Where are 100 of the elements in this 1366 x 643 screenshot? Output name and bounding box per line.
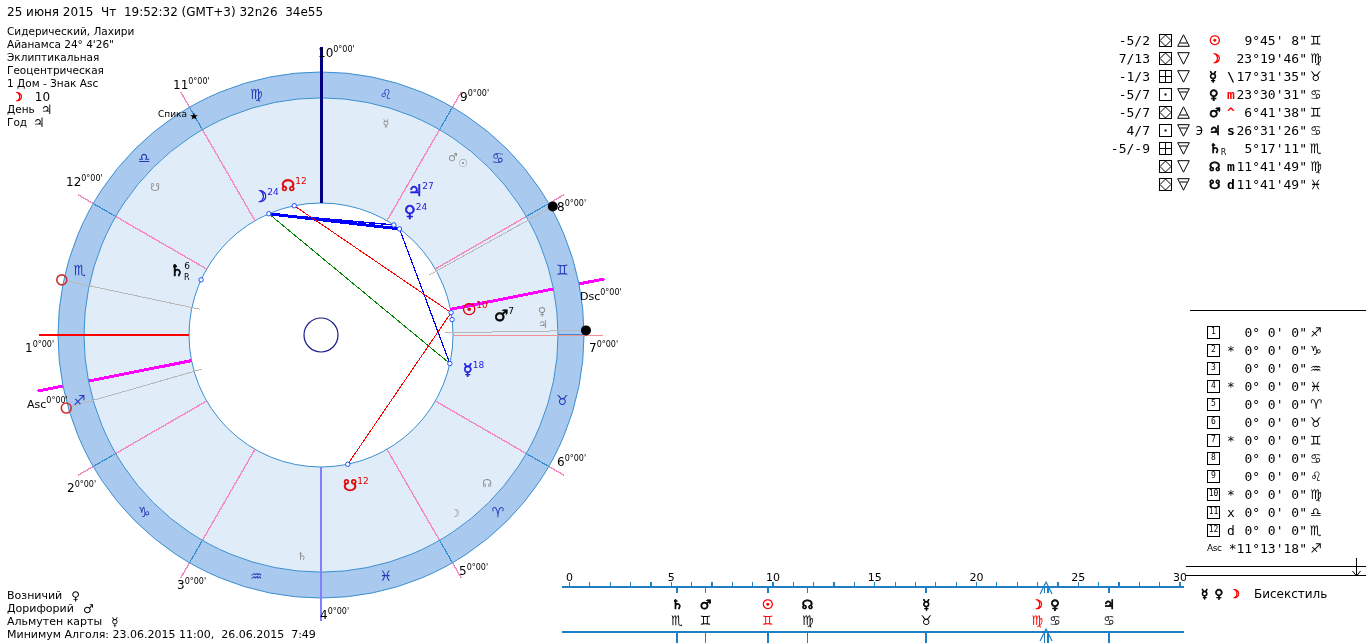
zodiac-sign-symbol: ♊ (1310, 433, 1322, 447)
ring-icon (291, 203, 297, 209)
prefix-letter: m (1227, 87, 1235, 101)
position-tick (806, 632, 809, 643)
square-diamond-icon (1159, 33, 1172, 47)
house-position: 0° 0' 0" (1243, 415, 1307, 429)
square-diamond-icon (1159, 105, 1172, 119)
center-circle (303, 317, 339, 353)
planet-symbol: ☿ (111, 615, 119, 628)
prefix-letter: ^ (1227, 105, 1235, 119)
mark-letter: Э (1194, 123, 1205, 137)
position-tick (806, 587, 809, 593)
setting-line: Эклиптикальная (7, 51, 100, 64)
zodiac-sign-symbol: ♉ (556, 391, 569, 408)
zodiac-sign-symbol: ♌ (1310, 469, 1322, 483)
planet-symbol: ♃ (1209, 123, 1222, 137)
score-value: -5/7 (1117, 87, 1150, 101)
ruler-label: Возничий (7, 590, 63, 601)
planet-symbol: ☊ (482, 477, 492, 490)
chevron-icon (1039, 580, 1053, 595)
planet-symbol: ♃ (40, 103, 53, 116)
zodiac-sign-symbol: ♓ (1310, 379, 1322, 393)
zodiac-sign-symbol: ♊ (699, 613, 712, 628)
zodiac-sign-symbol: ♎ (1310, 505, 1322, 519)
triangle-down-bar-icon (1177, 141, 1190, 155)
zodiac-sign-symbol: ♏ (671, 613, 683, 628)
planet-symbol: ☿ (1209, 69, 1218, 83)
zodiac-sign-symbol: ♉ (920, 613, 933, 628)
sign-boundary-line (189, 539, 203, 564)
zodiac-sign-symbol: ♎ (137, 150, 151, 167)
planet-symbol: ☿ (922, 597, 931, 612)
position-value: 26°31'26" (1236, 123, 1307, 137)
planet-symbol: ☽ (1031, 597, 1043, 612)
zodiac-sign-symbol: ♍ (1031, 613, 1043, 628)
house-position: 0° 0' 0" (1243, 379, 1307, 393)
star-icon (190, 112, 198, 120)
zodiac-sign-symbol: ♉ (1310, 69, 1322, 83)
ring-icon (198, 277, 204, 283)
zodiac-sign-symbol: ♍ (1310, 51, 1322, 65)
house-number: 9 (1207, 469, 1220, 483)
sign-boundary-line (92, 203, 117, 217)
house-number: 6 (1207, 415, 1220, 429)
planet-symbol: ♂$^{7}$ (494, 306, 515, 325)
zodiac-sign-symbol: ♑ (1310, 343, 1322, 357)
zodiac-sign-symbol: ♓ (1310, 177, 1322, 191)
setting-line: Сидерический, Лахири (7, 25, 135, 38)
house-cusp-label: 8$^{0°00'}$ (557, 199, 587, 214)
house-mark: * (1227, 379, 1236, 393)
score-value: -5/-9 (1109, 141, 1150, 155)
zodiac-sign-symbol: ♐ (73, 391, 86, 408)
chevron-icon (1039, 627, 1053, 642)
score-value: 7/13 (1117, 51, 1150, 65)
moon-day-value: 10 (34, 90, 51, 103)
ascendant-position: *11°13'18" (1227, 541, 1307, 555)
planet-symbol: ♂ (82, 602, 94, 615)
zodiac-sign-symbol: ♏ (73, 262, 86, 279)
zodiac-sign-symbol: ♊ (556, 262, 569, 279)
angle-label: Dsc$^{0°00'}$ (580, 288, 622, 303)
ruler-label: Дорифорий (7, 603, 74, 614)
square-diamond-icon (1159, 51, 1172, 65)
house-number: 12 (1207, 523, 1220, 537)
ruler-label: Альмутен карты (7, 616, 103, 627)
sign-boundary-line (525, 203, 550, 217)
planet-symbol: ♄$_{R}$ (1209, 141, 1227, 155)
zodiac-sign-symbol: ♊ (1310, 33, 1322, 47)
sign-boundary-line (92, 453, 117, 467)
ruler-label: День (7, 103, 35, 116)
house-number: 7 (1207, 433, 1220, 447)
ruler-label: Год (7, 116, 28, 129)
tick-label: 30 (1173, 571, 1186, 584)
house-position: 0° 0' 0" (1243, 343, 1307, 357)
planet-symbol: ☽ (1229, 588, 1240, 600)
house-position: 0° 0' 0" (1243, 433, 1307, 447)
position-value: 17°31'35" (1236, 69, 1307, 83)
planet-symbol: ☉ (458, 157, 468, 170)
position-value: 23°19'46" (1236, 51, 1307, 65)
planet-symbol: ☉ (762, 597, 774, 612)
zodiac-sign-symbol: ♋ (1310, 123, 1322, 137)
position-value: 23°30'31" (1236, 87, 1307, 101)
planet-symbol: ☋ (1209, 177, 1222, 191)
zodiac-sign-symbol: ♊ (1310, 105, 1322, 119)
tick-label: 20 (969, 571, 984, 584)
planet-symbol: ♄ (671, 597, 683, 612)
planet-symbol: ♀$^{24}$ (404, 202, 428, 221)
zodiac-sign-symbol: ♋ (1049, 613, 1061, 628)
house-position: 0° 0' 0" (1243, 487, 1307, 501)
position-tick (676, 632, 678, 643)
house-position: 0° 0' 0" (1243, 397, 1307, 411)
house-cusp-label: 1$^{0°00'}$ (25, 340, 55, 355)
setting-line: Айанамса 24° 4'26" (7, 38, 114, 51)
zodiac-sign-symbol: ♌ (379, 85, 392, 102)
moon-symbol: ☽ (12, 90, 23, 103)
position-value: 5°17'11" (1244, 141, 1307, 155)
planet-symbol: ♃$^{27}$ (408, 181, 434, 200)
planet-symbol: ☊ (1209, 159, 1222, 173)
planet-symbol: ☉ (1209, 33, 1222, 47)
zodiac-sign-symbol: ♓ (379, 568, 392, 585)
planet-symbol: ♃ (33, 116, 45, 129)
position-tick (1108, 587, 1110, 593)
house-number: 3 (1207, 361, 1220, 375)
